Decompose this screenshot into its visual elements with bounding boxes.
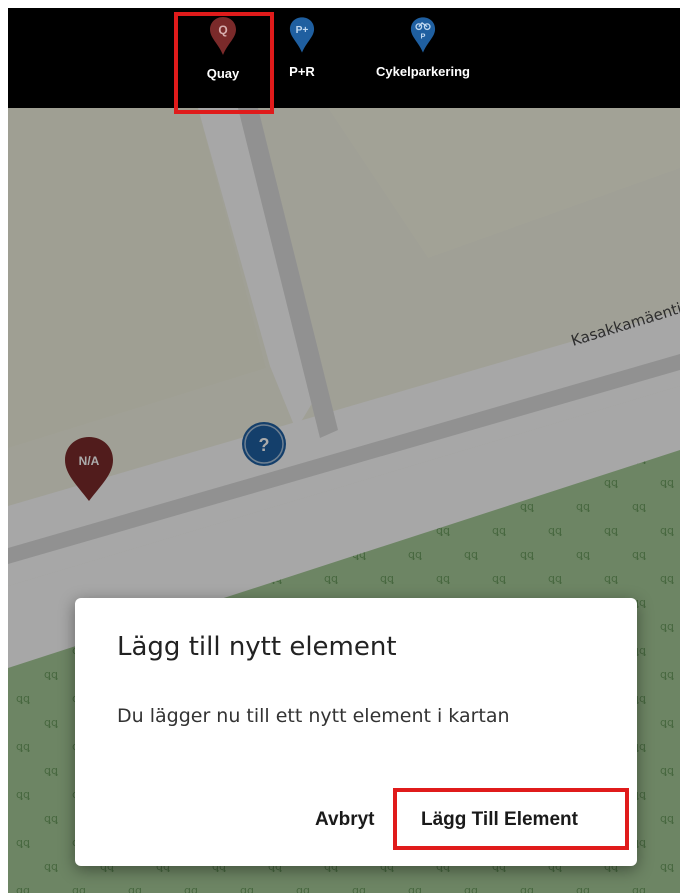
app-frame: ꝗꝗ ꝗꝗ Kasakkamäentie N/A ? <box>8 8 680 893</box>
add-element-button[interactable]: Lägg Till Element <box>415 802 584 838</box>
tool-park-and-ride-label: P+R <box>289 64 315 79</box>
quay-pin-icon: Q <box>210 17 236 55</box>
svg-text:P+: P+ <box>296 25 309 36</box>
add-element-dialog: Lägg till nytt element Du lägger nu till… <box>75 598 637 866</box>
svg-text:P: P <box>421 32 426 41</box>
tool-bicycle-parking[interactable]: P Cykelparkering <box>358 16 488 79</box>
tool-park-and-ride[interactable]: P+ P+R <box>280 16 324 79</box>
tool-bicycle-parking-label: Cykelparkering <box>376 64 470 79</box>
park-and-ride-pin-icon: P+ <box>289 17 315 53</box>
tool-quay[interactable]: Q Quay <box>183 16 263 81</box>
svg-text:Q: Q <box>218 23 227 37</box>
cancel-button[interactable]: Avbryt <box>309 802 380 838</box>
dialog-message: Du lägger nu till ett nytt element i kar… <box>117 705 510 727</box>
tool-quay-label: Quay <box>206 66 240 81</box>
bicycle-parking-pin-icon: P <box>410 17 436 53</box>
element-toolbar: Q Quay P+ P+R P Cykelparkering <box>8 8 680 114</box>
dialog-title: Lägg till nytt element <box>117 632 397 662</box>
